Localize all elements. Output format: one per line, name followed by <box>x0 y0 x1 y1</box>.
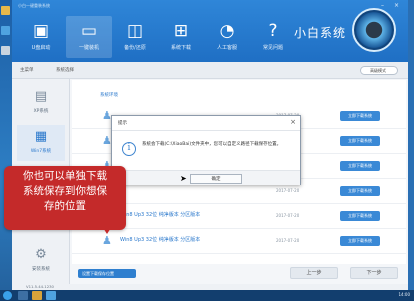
system-date: 2017-07-20 <box>276 188 300 193</box>
breadcrumb-home[interactable]: 主菜单 <box>20 67 34 73</box>
install-icon: ⚙ <box>35 247 47 262</box>
breadcrumb-current: 系统选择 <box>56 68 74 73</box>
nav-label: 系统下载 <box>170 45 191 51</box>
callout-arrow-icon <box>100 223 114 234</box>
nav-label: U盘启动 <box>31 45 51 51</box>
dialog-body: i 系统会下载(C:\XiaoBai)文件夹中，您可以自定义路径下载保存位置。 <box>112 130 300 170</box>
mouse-cursor-icon: ➤ <box>180 174 187 183</box>
tab-label: XP系统 <box>33 109 49 114</box>
callout-line: 系统保存到你想保 <box>23 185 107 197</box>
tab-win7[interactable]: ▦ Win7系统 <box>17 125 65 161</box>
usb-icon: ▣ <box>32 21 50 41</box>
backup-icon: ◫ <box>126 21 144 41</box>
version-text: V11.5.44.1230 <box>26 284 54 289</box>
desktop-file-icon[interactable] <box>1 46 10 55</box>
win7-icon: ▦ <box>34 129 48 144</box>
system-name: Win8 Up3 32位 纯净版本 分区版本 <box>120 237 201 243</box>
nav-faq[interactable]: ? 常见问题 <box>250 16 296 58</box>
system-date: 2017-07-20 <box>276 238 300 243</box>
download-button[interactable]: 立即下载系统 <box>340 211 380 221</box>
system-name: Win8 Up3 32位 纯净版本 分区版本 <box>120 212 201 218</box>
tab-install[interactable]: ⚙ 安装系统 <box>17 243 65 279</box>
close-icon[interactable]: × <box>392 2 401 9</box>
download-button[interactable]: 立即下载系统 <box>340 236 380 246</box>
app-title: 小白一键重装系统 <box>18 3 50 8</box>
brand-logo-icon <box>352 8 396 52</box>
taskbar-app-icon[interactable] <box>18 291 28 300</box>
nav-system-download[interactable]: ⊞ 系统下载 <box>158 16 204 58</box>
tutorial-callout: 你也可以单独下载 系统保存到你想保 存的位置 <box>4 166 126 230</box>
taskbar-folder-icon[interactable] <box>32 291 42 300</box>
nav-support[interactable]: ◔ 人工客服 <box>204 16 250 58</box>
monitor-icon: ▭ <box>80 21 98 41</box>
tab-xp[interactable]: ▤ XP系统 <box>17 85 65 121</box>
prompt-dialog: 提示 × i 系统会下载(C:\XiaoBai)文件夹中，您可以自定义路径下载保… <box>111 115 301 185</box>
nav-label: 人工客服 <box>216 45 237 51</box>
start-button-icon[interactable] <box>3 291 12 300</box>
info-icon: i <box>122 142 136 156</box>
callout-line: 你也可以单独下载 <box>23 170 107 182</box>
desktop-folder-icon[interactable] <box>1 6 10 15</box>
nav-label: 常见问题 <box>262 45 283 51</box>
ghost-icon: ♟ <box>102 234 112 247</box>
breadcrumb: 主菜单 系统选择 高级模式 <box>12 62 408 79</box>
nav-backup-restore[interactable]: ◫ 备份/还原 <box>112 16 158 58</box>
xp-icon: ▤ <box>34 89 48 104</box>
download-button[interactable]: 立即下载系统 <box>340 186 380 196</box>
help-icon: ? <box>268 21 278 41</box>
ok-button[interactable]: 确定 <box>190 174 242 184</box>
system-date: 2017-07-20 <box>276 213 300 218</box>
prev-button[interactable]: 上一步 <box>290 267 338 279</box>
taskbar-clock: 14:00 <box>398 292 410 297</box>
headset-icon: ◔ <box>219 21 235 41</box>
list-item[interactable]: ♟ Win8 Up3 32位 纯净版本 分区版本 2017-07-20 立即下载… <box>72 229 406 254</box>
nav-label: 一键装机 <box>78 45 99 51</box>
save-location-button[interactable]: 设置下载保存位置 <box>78 269 136 278</box>
brand-name: 小白系统 <box>294 26 347 40</box>
desktop-strip <box>0 0 12 301</box>
bottom-bar: 设置下载保存位置 上一步 下一步 <box>72 264 406 284</box>
download-button[interactable]: 立即下载系统 <box>340 136 380 146</box>
taskbar-browser-icon[interactable] <box>46 291 56 300</box>
group-label: 系统环境 <box>100 93 118 98</box>
title-bar: 小白一键重装系统 – × ▣ U盘启动 ▭ 一键装机 ◫ 备份/还原 ⊞ 系统下… <box>12 0 408 62</box>
advanced-mode-button[interactable]: 高级模式 <box>360 66 398 75</box>
windows-icon: ⊞ <box>173 21 189 41</box>
dialog-footer: 确定 <box>112 170 300 185</box>
download-button[interactable]: 立即下载系统 <box>340 161 380 171</box>
nav-usb-boot[interactable]: ▣ U盘启动 <box>18 16 64 58</box>
dialog-title: 提示 <box>118 121 127 126</box>
desktop-app-icon[interactable] <box>1 26 10 35</box>
callout-line: 存的位置 <box>44 200 86 212</box>
taskbar: 14:00 <box>0 290 414 301</box>
nav-label: 备份/还原 <box>124 45 146 51</box>
download-button[interactable]: 立即下载系统 <box>340 111 380 121</box>
nav-one-click-install[interactable]: ▭ 一键装机 <box>66 16 112 58</box>
dialog-message: 系统会下载(C:\XiaoBai)文件夹中，您可以自定义路径下载保存位置。 <box>142 142 282 147</box>
tab-label: 安装系统 <box>32 267 50 272</box>
tab-label: Win7系统 <box>30 149 52 154</box>
next-button[interactable]: 下一步 <box>350 267 398 279</box>
close-icon[interactable]: × <box>290 118 296 126</box>
